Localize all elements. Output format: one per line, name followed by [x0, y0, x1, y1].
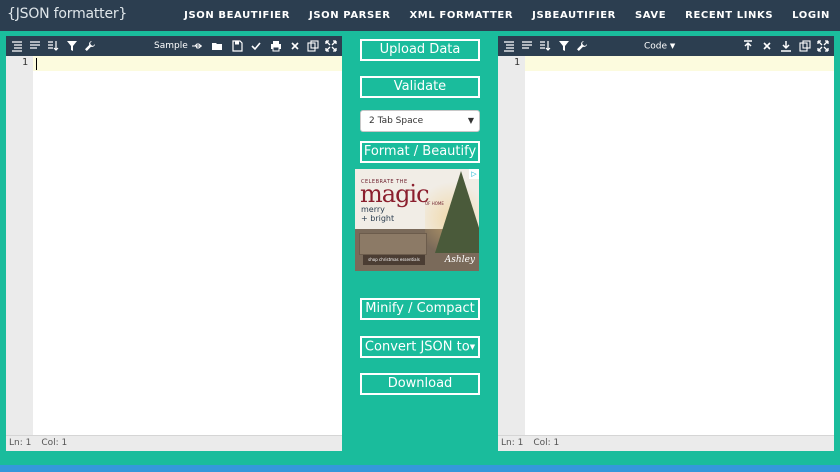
site-logo[interactable]: {JSON formatter}: [7, 6, 127, 22]
caret-down-icon: ▼: [669, 42, 676, 50]
input-status-bar: Ln: 1 Col: 1: [6, 435, 342, 451]
ad-tagline: merry + bright: [361, 205, 394, 223]
input-editor-toolbar: Sample: [6, 36, 342, 56]
folder-open-icon[interactable]: [210, 39, 224, 53]
download-icon[interactable]: [779, 39, 793, 53]
output-gutter: [498, 56, 525, 435]
nav-menu: JSON BEAUTIFIER JSON PARSER XML FORMATTE…: [165, 0, 830, 31]
sort-icon[interactable]: [46, 39, 60, 53]
convert-json-button[interactable]: Convert JSON to▼: [360, 336, 480, 358]
check-icon[interactable]: [249, 39, 263, 53]
output-status-bar: Ln: 1 Col: 1: [498, 435, 834, 451]
caret-down-icon: ▼: [469, 343, 476, 351]
ad-cabinet: [359, 233, 427, 255]
upload-icon[interactable]: [741, 39, 755, 53]
ad-christmas-tree: [435, 171, 479, 253]
clear-icon[interactable]: [760, 39, 774, 53]
ad-tagline-1: merry: [361, 205, 385, 214]
nav-json-beautifier[interactable]: JSON BEAUTIFIER: [184, 10, 290, 21]
format-beautify-button[interactable]: Format / Beautify: [360, 141, 480, 163]
sample-label[interactable]: Sample: [154, 39, 188, 53]
output-active-line[interactable]: [525, 56, 834, 71]
ad-headline-sub: OF HOME: [425, 201, 444, 206]
nav-login[interactable]: LOGIN: [792, 10, 830, 21]
ad-cta[interactable]: shop christmas essentials: [363, 255, 425, 265]
fullscreen-icon[interactable]: [324, 39, 338, 53]
compact-icon[interactable]: [28, 39, 42, 53]
code-view-dropdown[interactable]: Code ▼: [644, 39, 675, 54]
code-view-label: Code: [644, 41, 668, 52]
tab-space-select[interactable]: 2 Tab Space ▼: [360, 110, 480, 132]
nav-save[interactable]: SAVE: [635, 10, 666, 21]
tab-space-value: 2 Tab Space: [369, 116, 424, 126]
format-icon[interactable]: [10, 39, 24, 53]
ad-tagline-2: + bright: [361, 214, 395, 223]
filter-icon[interactable]: [557, 39, 571, 53]
wrench-icon[interactable]: [83, 39, 97, 53]
input-status-line: Ln: 1: [9, 438, 32, 448]
download-button[interactable]: Download: [360, 373, 480, 395]
advertisement[interactable]: CELEBRATE THE magic OF HOME merry + brig…: [355, 169, 479, 271]
clear-icon[interactable]: [288, 39, 302, 53]
top-navbar: {JSON formatter} JSON BEAUTIFIER JSON PA…: [0, 0, 840, 31]
ad-headline: magic: [360, 180, 430, 208]
input-status-col: Col: 1: [41, 438, 68, 448]
convert-json-label: Convert JSON to: [364, 339, 470, 355]
compact-icon[interactable]: [520, 39, 534, 53]
print-icon[interactable]: [269, 39, 283, 53]
output-editor-toolbar: Code ▼: [498, 36, 834, 56]
fullscreen-icon[interactable]: [816, 39, 830, 53]
filter-icon[interactable]: [65, 39, 79, 53]
input-active-line[interactable]: [33, 56, 342, 71]
save-icon[interactable]: [230, 39, 244, 53]
copy-icon[interactable]: [306, 39, 320, 53]
minify-compact-button[interactable]: Minify / Compact: [360, 298, 480, 320]
usb-icon[interactable]: [190, 39, 204, 53]
output-status-col: Col: 1: [533, 438, 560, 448]
input-cursor: [36, 58, 37, 70]
upload-data-button[interactable]: Upload Data: [360, 39, 480, 61]
format-icon[interactable]: [502, 39, 516, 53]
validate-button[interactable]: Validate: [360, 76, 480, 98]
nav-json-parser[interactable]: JSON PARSER: [309, 10, 390, 21]
wrench-icon[interactable]: [575, 39, 589, 53]
output-line-number: 1: [513, 57, 520, 68]
ad-brand: Ashley: [444, 255, 475, 265]
sort-icon[interactable]: [538, 39, 552, 53]
nav-jsbeautifier[interactable]: JSBEAUTIFIER: [532, 10, 616, 21]
input-editor[interactable]: Sample 1 Ln: 1 Col: 1: [6, 36, 342, 451]
chevron-down-icon: ▼: [467, 116, 474, 125]
copy-icon[interactable]: [798, 39, 812, 53]
nav-xml-formatter[interactable]: XML FORMATTER: [410, 10, 514, 21]
input-gutter: [6, 56, 33, 435]
bottom-bar: [0, 465, 840, 472]
ad-choices-icon[interactable]: ▷: [469, 169, 479, 179]
output-status-line: Ln: 1: [501, 438, 524, 448]
output-editor[interactable]: Code ▼ 1 Ln: 1 Col: 1: [498, 36, 834, 451]
nav-recent-links[interactable]: RECENT LINKS: [685, 10, 773, 21]
input-line-number: 1: [21, 57, 28, 68]
